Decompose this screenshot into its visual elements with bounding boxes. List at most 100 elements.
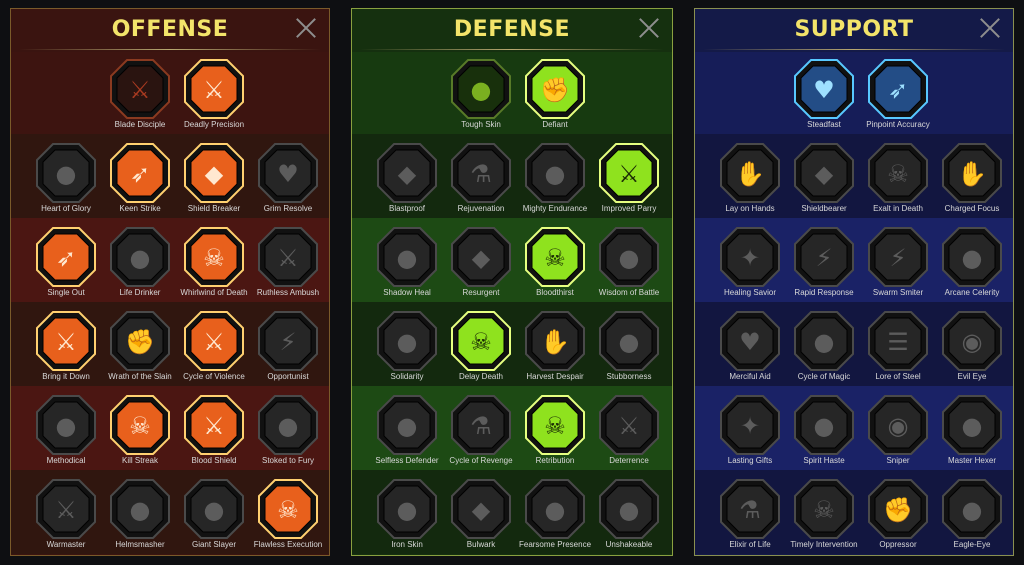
- close-icon[interactable]: [295, 17, 317, 39]
- skill-node[interactable]: ⚡ Rapid Response: [787, 226, 861, 306]
- svg-text:●: ●: [545, 160, 566, 188]
- skill-node[interactable]: ✊ Wrath of the Slain: [103, 310, 177, 390]
- skill-node[interactable]: ⚔ Deterrence: [592, 394, 666, 474]
- skill-node[interactable]: ➶ Single Out: [29, 226, 103, 306]
- close-icon[interactable]: [979, 17, 1001, 39]
- skill-node[interactable]: ● Tough Skin: [444, 58, 518, 138]
- eye-icon: ◉: [868, 395, 928, 455]
- skill-node[interactable]: ⚗ Cycle of Revenge: [444, 394, 518, 474]
- panel-title: SUPPORT: [794, 17, 914, 42]
- skill-node[interactable]: ☠ Kill Streak: [103, 394, 177, 474]
- skill-node[interactable]: ● Iron Skin: [370, 478, 444, 555]
- halo-figure-icon: ●: [599, 227, 659, 287]
- skill-node[interactable]: ● Fearsome Presence: [518, 478, 592, 555]
- skill-node[interactable]: ● Mighty Endurance: [518, 142, 592, 222]
- skill-node[interactable]: ◆ Shieldbearer: [787, 142, 861, 222]
- knight-shield-icon: ◆: [451, 227, 511, 287]
- skill-node[interactable]: ● Eagle-Eye: [935, 478, 1009, 555]
- skill-node[interactable]: ⚔ Warmaster: [29, 478, 103, 555]
- skill-node[interactable]: ● Stubborness: [592, 310, 666, 390]
- skill-node[interactable]: ◉ Evil Eye: [935, 310, 1009, 390]
- skill-node[interactable]: ⚔ Deadly Precision: [177, 58, 251, 138]
- skill-node[interactable]: ● Wisdom of Battle: [592, 226, 666, 306]
- skull-heart-icon: ☠: [525, 227, 585, 287]
- skill-node[interactable]: ● Unshakeable: [592, 478, 666, 555]
- skill-node[interactable]: ✦ Healing Savior: [713, 226, 787, 306]
- skill-node[interactable]: ➶ Keen Strike: [103, 142, 177, 222]
- svg-text:◉: ◉: [962, 328, 983, 356]
- skill-node[interactable]: ⚔ Cycle of Violence: [177, 310, 251, 390]
- skill-node[interactable]: ☠ Bloodthirst: [518, 226, 592, 306]
- svg-text:●: ●: [814, 412, 835, 440]
- skill-node[interactable]: ● Master Hexer: [935, 394, 1009, 474]
- skill-node[interactable]: ☠ Delay Death: [444, 310, 518, 390]
- skill-node[interactable]: ☠ Timely Intervention: [787, 478, 861, 555]
- skill-node[interactable]: ⚔ Ruthless Ambush: [251, 226, 325, 306]
- skill-node[interactable]: ⚡ Swarm Smiter: [861, 226, 935, 306]
- skill-node[interactable]: ☠ Flawless Execution: [251, 478, 325, 555]
- skill-node[interactable]: ⚔ Bring it Down: [29, 310, 103, 390]
- claw-marks-icon: ●: [36, 395, 96, 455]
- close-icon[interactable]: [638, 17, 660, 39]
- skill-node[interactable]: ● Life Drinker: [103, 226, 177, 306]
- skill-label: Defiant: [542, 120, 568, 129]
- horned-figure-icon: ●: [36, 143, 96, 203]
- skill-node[interactable]: ⚗ Rejuvenation: [444, 142, 518, 222]
- skill-node[interactable]: ♥ Grim Resolve: [251, 142, 325, 222]
- skill-node[interactable]: ⚡ Opportunist: [251, 310, 325, 390]
- skill-node[interactable]: ● Shadow Heal: [370, 226, 444, 306]
- skill-node[interactable]: ✦ Lasting Gifts: [713, 394, 787, 474]
- skill-node[interactable]: ◆ Bulwark: [444, 478, 518, 555]
- svg-text:●: ●: [814, 328, 835, 356]
- skill-node[interactable]: ● Helmsmasher: [103, 478, 177, 555]
- skill-node[interactable]: ➶ Pinpoint Accuracy: [861, 58, 935, 138]
- skill-node[interactable]: ☠ Exalt in Death: [861, 142, 935, 222]
- skill-node[interactable]: ☠ Whirlwind of Death: [177, 226, 251, 306]
- skill-node[interactable]: ⚔ Blood Shield: [177, 394, 251, 474]
- skill-node[interactable]: ● Solidarity: [370, 310, 444, 390]
- skill-node[interactable]: ✊ Defiant: [518, 58, 592, 138]
- skill-node[interactable]: ● Spirit Haste: [787, 394, 861, 474]
- skill-node[interactable]: ♥ Steadfast: [787, 58, 861, 138]
- svg-text:✊: ✊: [883, 496, 913, 524]
- skill-node[interactable]: ● Stoked to Fury: [251, 394, 325, 474]
- skill-node[interactable]: ⚗ Elixir of Life: [713, 478, 787, 555]
- skill-node[interactable]: ● Cycle of Magic: [787, 310, 861, 390]
- skill-node[interactable]: ◆ Resurgent: [444, 226, 518, 306]
- skill-node[interactable]: ♥ Merciful Aid: [713, 310, 787, 390]
- panel-title: DEFENSE: [453, 17, 571, 42]
- scales-icon: ●: [451, 59, 511, 119]
- svg-text:◆: ◆: [398, 160, 417, 188]
- skill-node[interactable]: ✋ Harvest Despair: [518, 310, 592, 390]
- skill-node[interactable]: ◉ Sniper: [861, 394, 935, 474]
- svg-text:◆: ◆: [205, 160, 224, 188]
- skill-node[interactable]: ● Arcane Celerity: [935, 226, 1009, 306]
- skill-label: Eagle-Eye: [953, 540, 991, 549]
- skill-node[interactable]: ☠ Retribution: [518, 394, 592, 474]
- svg-text:●: ●: [619, 244, 640, 272]
- svg-text:✊: ✊: [125, 328, 155, 356]
- sword-shield-icon: ⚔: [184, 395, 244, 455]
- comet-icon: ●: [794, 311, 854, 371]
- raised-fist-icon: ✊: [110, 311, 170, 371]
- svg-text:☠: ☠: [277, 496, 299, 524]
- praying-hands-icon: ✋: [720, 143, 780, 203]
- svg-text:⚔: ⚔: [203, 76, 225, 104]
- skill-node[interactable]: ● Heart of Glory: [29, 142, 103, 222]
- broken-shield-icon: ◆: [184, 143, 244, 203]
- skill-node[interactable]: ✋ Lay on Hands: [713, 142, 787, 222]
- skill-node[interactable]: ◆ Blastproof: [370, 142, 444, 222]
- skill-node[interactable]: ● Giant Slayer: [177, 478, 251, 555]
- skill-node[interactable]: ● Methodical: [29, 394, 103, 474]
- svg-text:◆: ◆: [472, 244, 491, 272]
- skill-node[interactable]: ⚔ Blade Disciple: [103, 58, 177, 138]
- sword-heart-icon: ⚔: [36, 311, 96, 371]
- skill-node[interactable]: ◆ Shield Breaker: [177, 142, 251, 222]
- svg-text:◆: ◆: [472, 496, 491, 524]
- skill-node[interactable]: ● Selfless Defender: [370, 394, 444, 474]
- svg-text:☠: ☠: [887, 160, 909, 188]
- skill-node[interactable]: ☰ Lore of Steel: [861, 310, 935, 390]
- skill-node[interactable]: ⚔ Improved Parry: [592, 142, 666, 222]
- skill-node[interactable]: ✋ Charged Focus: [935, 142, 1009, 222]
- skill-node[interactable]: ✊ Oppressor: [861, 478, 935, 555]
